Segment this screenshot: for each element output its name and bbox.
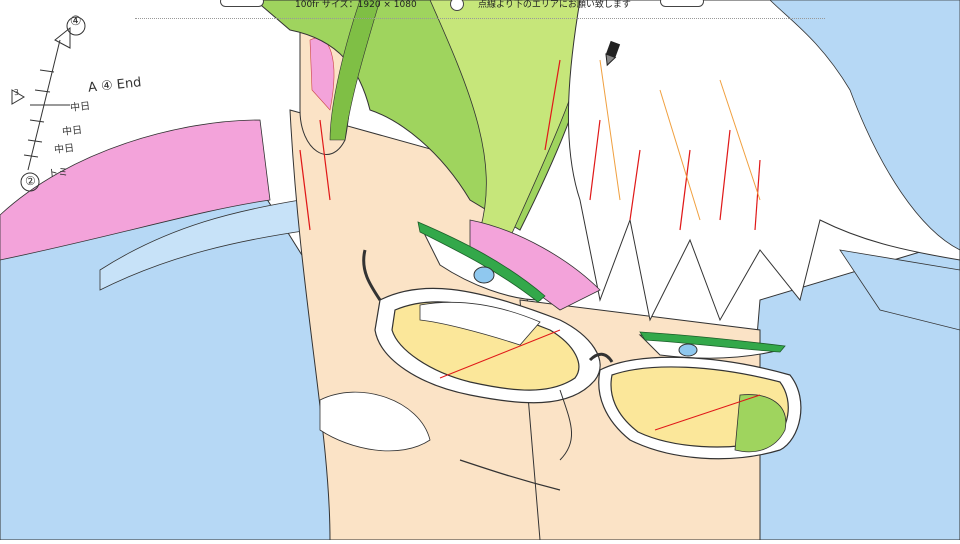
note-triangle-label: 3 (13, 87, 20, 98)
note-tick-1: 中日 (69, 100, 91, 115)
left-iris (473, 266, 495, 284)
frame-marker-right (660, 0, 704, 7)
frame-marker-left (220, 0, 264, 7)
safe-area-dotted-line (135, 18, 825, 19)
right-iris (678, 343, 698, 357)
note-tick-2: 中日 (61, 124, 83, 139)
note-circle-top: ④ (69, 13, 83, 30)
note-tick-3: 中日 (53, 142, 75, 157)
note-tick-4: トミ (47, 166, 69, 181)
safe-area-note: 点線より下のエリアにお願い致します (478, 0, 631, 10)
animation-cel-drawing: 100fr サイズ：1920 × 1080 点線より下のエリアにお願い致します … (0, 0, 960, 541)
character-illustration (0, 0, 960, 541)
note-circle-bottom: ② (24, 173, 37, 189)
frame-size-label: 100fr サイズ：1920 × 1080 (295, 0, 417, 10)
